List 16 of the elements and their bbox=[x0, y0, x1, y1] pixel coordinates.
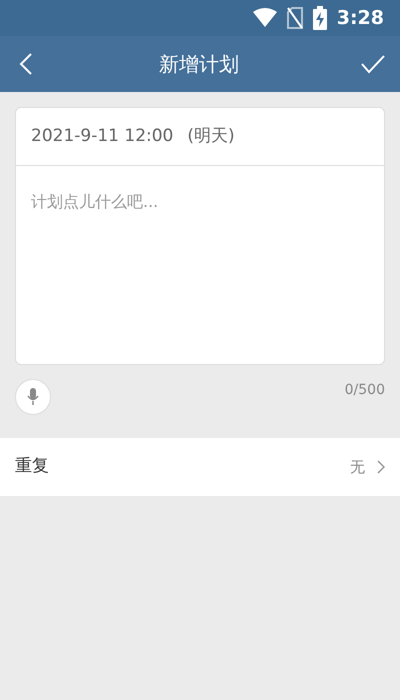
character-counter: 0/500 bbox=[344, 381, 385, 400]
date-row[interactable]: 2021-9-11 12:00 (明天) bbox=[15, 107, 385, 166]
date-time-text: 2021-9-11 12:00 bbox=[31, 124, 174, 148]
battery-charging-icon bbox=[312, 6, 327, 30]
repeat-value: 无 bbox=[350, 456, 365, 478]
plan-input-field[interactable]: 计划点儿什么吧... bbox=[15, 166, 385, 365]
relative-day-text: (明天) bbox=[187, 124, 235, 148]
chevron-right-icon bbox=[377, 460, 385, 474]
page-title: 新增计划 bbox=[159, 51, 239, 78]
repeat-label: 重复 bbox=[15, 455, 49, 478]
microphone-icon bbox=[27, 388, 39, 406]
wifi-icon bbox=[252, 8, 277, 28]
repeat-row[interactable]: 重复 无 bbox=[0, 438, 400, 496]
clock-time: 3:28 bbox=[336, 6, 384, 31]
no-sim-icon bbox=[286, 7, 303, 29]
microphone-button[interactable] bbox=[15, 379, 51, 415]
